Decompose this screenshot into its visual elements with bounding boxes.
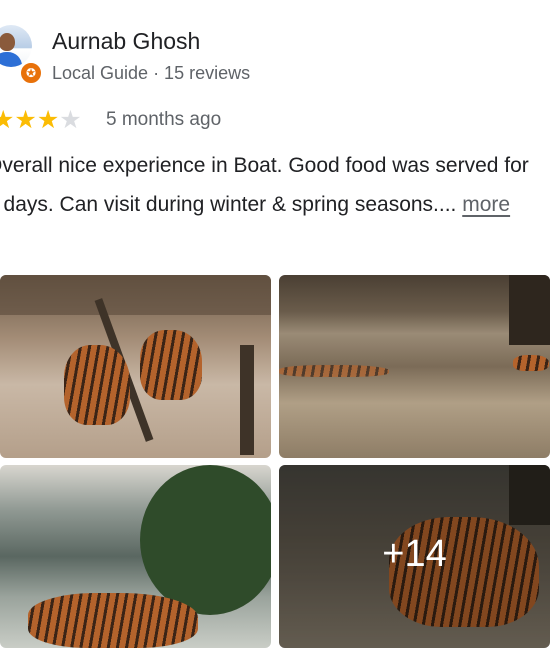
star-empty-icon: ★ [59,106,82,134]
review-age: 5 months ago [106,109,222,130]
review-photo-2[interactable] [279,275,550,458]
review-text: Overall nice experience in Boat. Good fo… [0,146,546,224]
review-photo-4[interactable]: +14 [279,465,550,648]
tiger-figure [279,365,389,377]
review-body: Overall nice experience in Boat. Good fo… [0,154,529,216]
tiger-figure [28,593,198,648]
star-filled-icon: ★ [14,106,37,134]
tiger-figure [513,355,549,371]
tiger-figure [140,330,202,400]
reviewer-name[interactable]: Aurnab Ghosh [52,28,200,55]
more-link[interactable]: more [462,193,510,216]
review-photo-3[interactable] [0,465,271,648]
photo-foliage [140,465,271,615]
star-rating: ★ ★ ★ ★ [0,106,82,134]
star-filled-icon: ★ [0,106,15,134]
tiger-figure [64,345,130,425]
photo-trunk [240,345,254,455]
photo-tree [509,275,550,345]
avatar-shirt [0,52,22,67]
reviewer-meta: Local Guide · 15 reviews [52,63,251,83]
review-photo-1[interactable] [0,275,271,458]
more-photos-count[interactable]: +14 [279,533,550,576]
star-filled-icon: ★ [36,106,60,134]
avatar-face [0,33,15,51]
photo-branches [0,275,271,315]
local-guide-badge-icon: ✪ [19,61,43,85]
